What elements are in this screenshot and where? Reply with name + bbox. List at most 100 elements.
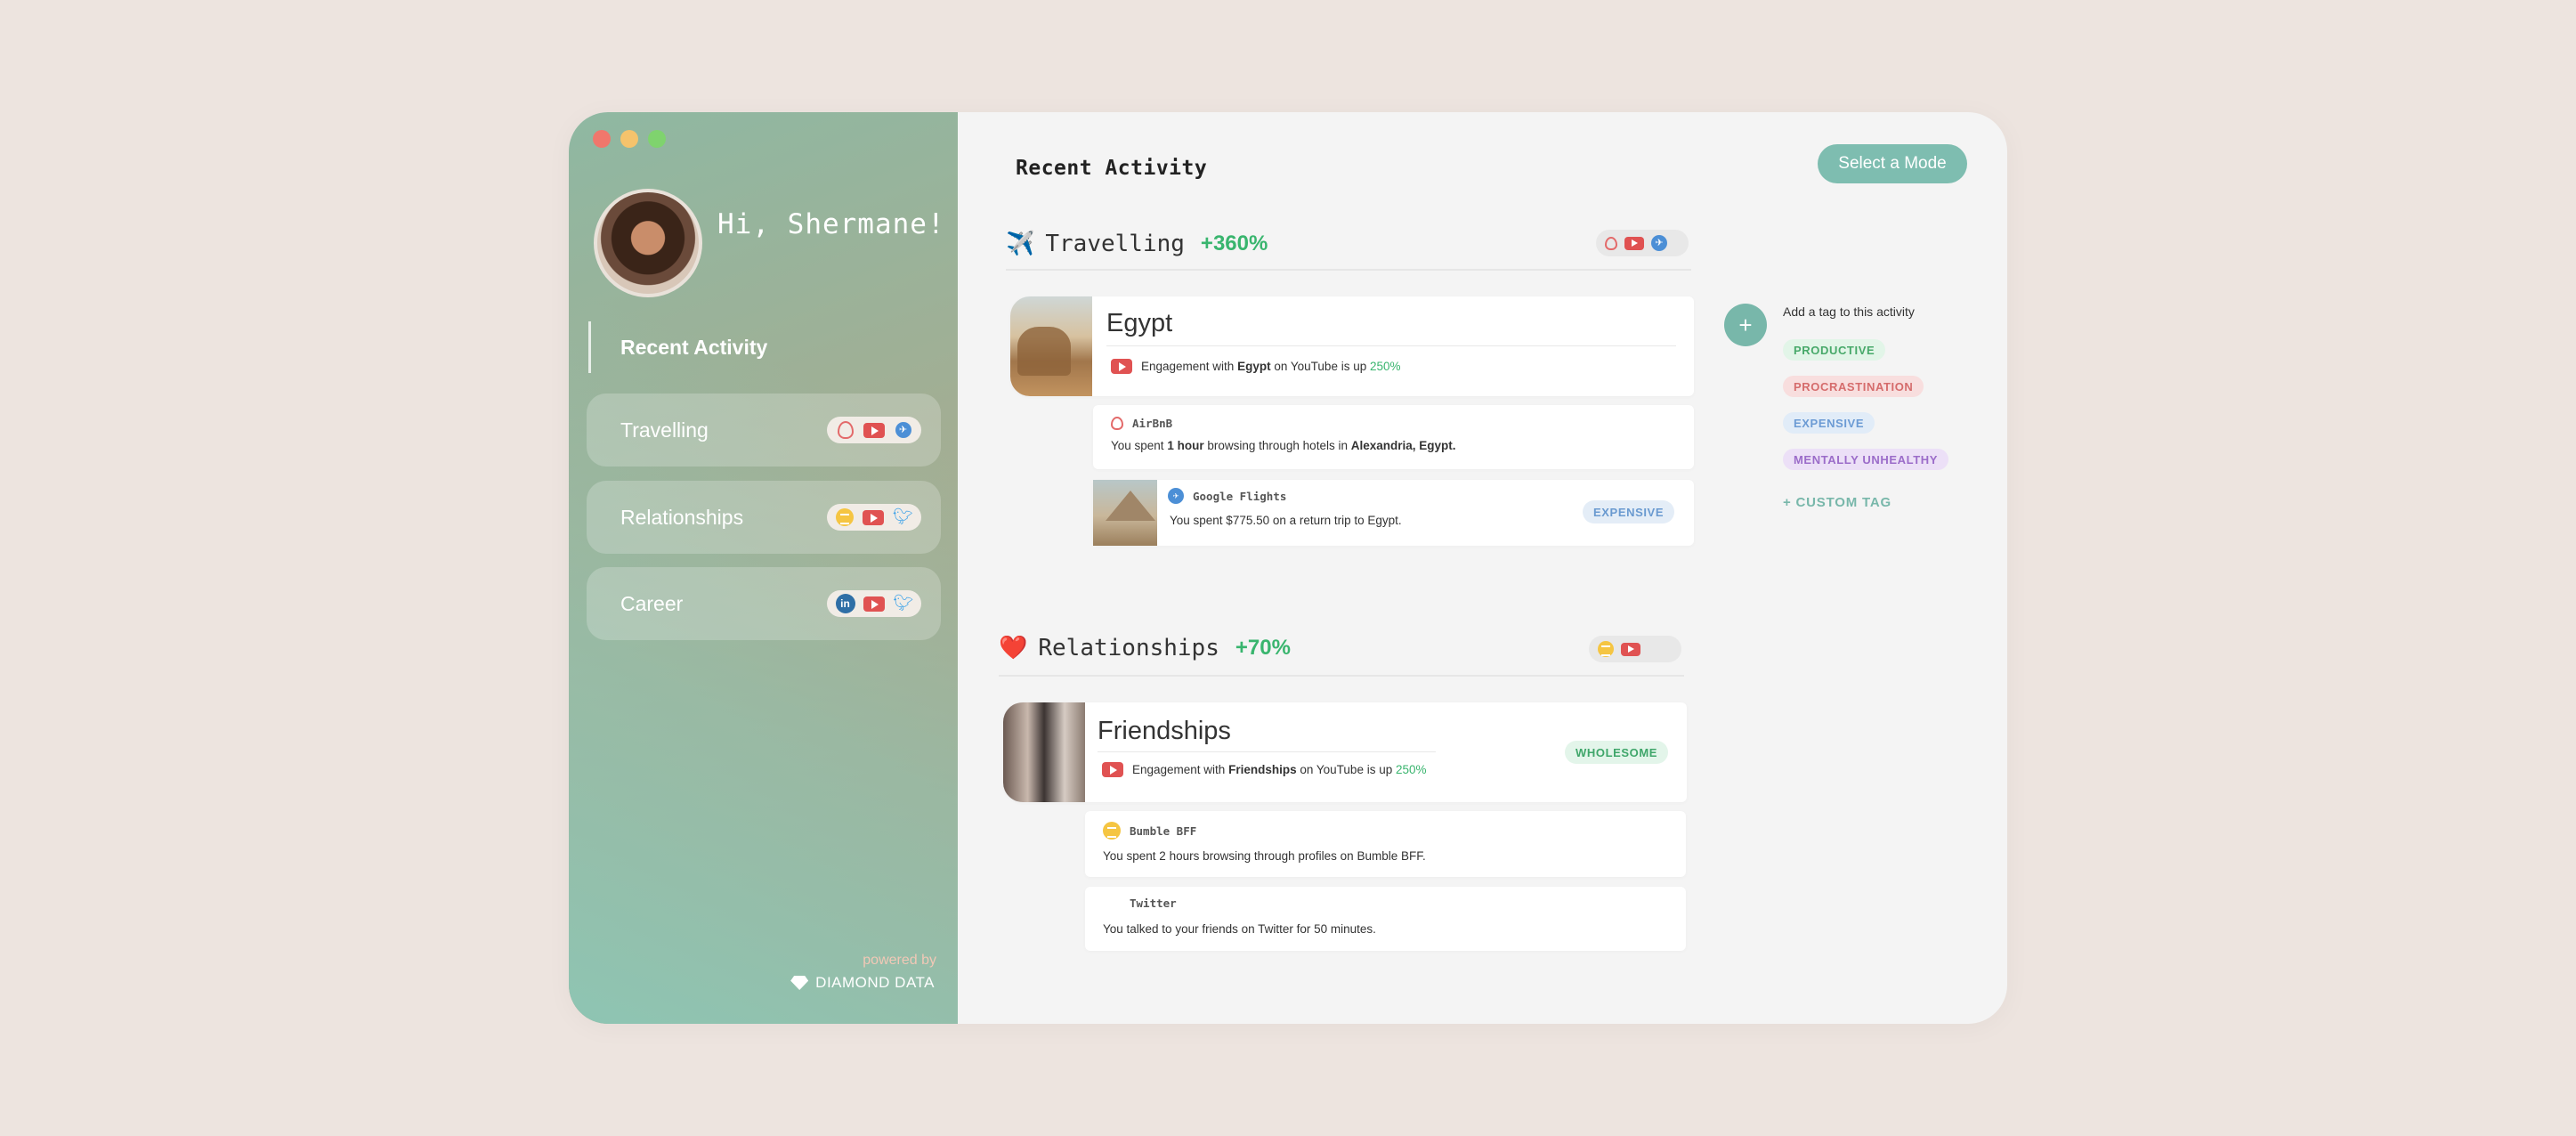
sidebar-item-career[interactable]: Career in 🐦︎ [587,567,941,640]
expensive-badge[interactable]: EXPENSIVE [1583,500,1675,523]
section-change: +360% [1200,231,1268,256]
youtube-icon [1624,236,1644,250]
line-pct: 250% [1369,360,1401,373]
youtube-icon [863,596,885,612]
activity-source: AirBnB [1111,417,1172,430]
sidebar: Hi, Shermane! Recent Activity Travelling… [569,112,958,1024]
activity-text: You spent 2 hours browsing through profi… [1103,849,1426,863]
activity-text: You talked to your friends on Twitter fo… [1103,922,1376,936]
bumble-icon [1598,641,1614,657]
sidebar-item-travelling[interactable]: Travelling [587,394,941,467]
brand-logo[interactable]: DIAMOND DATA [790,974,935,992]
pyramids-photo [1093,480,1157,546]
divider [999,675,1684,677]
activity-text: You spent $775.50 on a return trip to Eg… [1170,514,1402,527]
source-icons [827,417,921,443]
source-icons: 🐦︎ [827,504,921,531]
select-mode-button[interactable]: Select a Mode [1818,144,1967,183]
youtube-icon [863,509,884,525]
tag-hint: Add a tag to this activity [1783,304,1915,319]
airplane-icon: ✈️ [1006,231,1035,257]
engagement-line: Engagement with Egypt on YouTube is up 2… [1111,359,1401,374]
section-header-travelling: ✈️ Travelling +360% [1006,231,1268,257]
greeting: Hi, Shermane! [717,208,945,240]
nav-recent-activity-label: Recent Activity [620,335,768,359]
egypt-photo [1010,296,1092,396]
google-flights-icon [895,422,911,438]
brand-name: DIAMOND DATA [815,974,935,991]
section-source-icons [1589,636,1681,662]
sidebar-item-label: Career [620,591,684,615]
diamond-icon [790,976,809,990]
custom-tag-button[interactable]: + CUSTOM TAG [1783,495,1891,510]
airbnb-icon [1111,417,1123,430]
tag-expensive[interactable]: EXPENSIVE [1783,412,1875,434]
google-flights-icon [1168,488,1184,504]
window-controls [593,130,666,148]
youtube-icon [1111,359,1132,374]
nav-recent-activity[interactable]: Recent Activity [588,321,767,373]
line-pct: 250% [1395,763,1427,776]
tag-mentally-unhealthy[interactable]: MENTALLY UNHEALTHY [1783,449,1948,470]
text-part: You spent [1111,439,1164,452]
page-title: Recent Activity [1016,157,1208,180]
activity-item-bumble[interactable]: Bumble BFF You spent 2 hours browsing th… [1085,811,1686,877]
section-header-relationships: ❤️ Relationships +70% [999,635,1291,661]
sidebar-item-relationships[interactable]: Relationships 🐦︎ [587,481,941,554]
bumble-icon [836,508,854,526]
avatar[interactable] [594,189,702,297]
wholesome-badge[interactable]: WHOLESOME [1565,741,1669,764]
activity-text: You spent 1 hour browsing through hotels… [1111,439,1456,452]
airbnb-icon [1605,236,1617,250]
divider [1098,751,1436,752]
friends-photo [1003,702,1085,802]
youtube-icon [1102,762,1123,777]
highlight-card-friendships[interactable]: Friendships Engagement with Friendships … [1003,702,1687,802]
activity-source: Twitter [1130,897,1177,910]
powered-by-label: powered by [863,953,936,968]
activity-item-google-flights[interactable]: Google Flights You spent $775.50 on a re… [1093,480,1694,546]
sidebar-item-label: Travelling [620,418,709,442]
text-bold: 1 hour [1167,439,1204,452]
twitter-icon: 🐦︎ [893,594,914,613]
line-prefix: Engagement with [1141,360,1235,373]
line-prefix: Engagement with [1132,763,1226,776]
line-subject: Friendships [1228,763,1297,776]
highlight-card-egypt[interactable]: Egypt Engagement with Egypt on YouTube i… [1010,296,1694,396]
activity-item-twitter[interactable]: Twitter You talked to your friends on Tw… [1085,887,1686,951]
google-flights-icon [1651,235,1667,251]
text-bold: Alexandria, Egypt. [1350,439,1456,452]
engagement-line: Engagement with Friendships on YouTube i… [1102,762,1427,777]
minimize-window-button[interactable] [620,130,638,148]
section-title: Travelling [1045,231,1185,257]
heart-icon: ❤️ [999,635,1028,661]
section-change: +70% [1235,636,1291,660]
bumble-icon [1103,822,1121,840]
divider [1006,269,1691,271]
section-source-icons [1596,230,1689,256]
source-name: AirBnB [1132,417,1173,430]
line-mid: on YouTube is up [1274,360,1367,373]
card-title: Egypt [1106,309,1173,337]
tag-productive[interactable]: PRODUCTIVE [1783,339,1886,361]
add-tag-button[interactable]: + [1724,304,1767,346]
section-title: Relationships [1038,635,1219,661]
airbnb-icon [837,421,854,439]
activity-source: Bumble BFF [1103,822,1196,840]
card-title: Friendships [1098,717,1231,745]
sidebar-item-label: Relationships [620,505,744,529]
source-name: Twitter [1130,897,1177,910]
close-window-button[interactable] [593,130,611,148]
youtube-icon [863,422,885,438]
divider [1106,345,1676,346]
text-part: browsing through hotels in [1207,439,1348,452]
activity-item-airbnb[interactable]: AirBnB You spent 1 hour browsing through… [1093,405,1694,469]
twitter-icon: 🐦︎ [893,507,913,526]
maximize-window-button[interactable] [648,130,666,148]
source-name: Google Flights [1193,489,1287,503]
source-name: Bumble BFF [1130,824,1197,838]
line-mid: on YouTube is up [1300,763,1393,776]
tag-procrastination[interactable]: PROCRASTINATION [1783,376,1924,397]
activity-source: Google Flights [1168,488,1286,504]
line-subject: Egypt [1237,360,1271,373]
